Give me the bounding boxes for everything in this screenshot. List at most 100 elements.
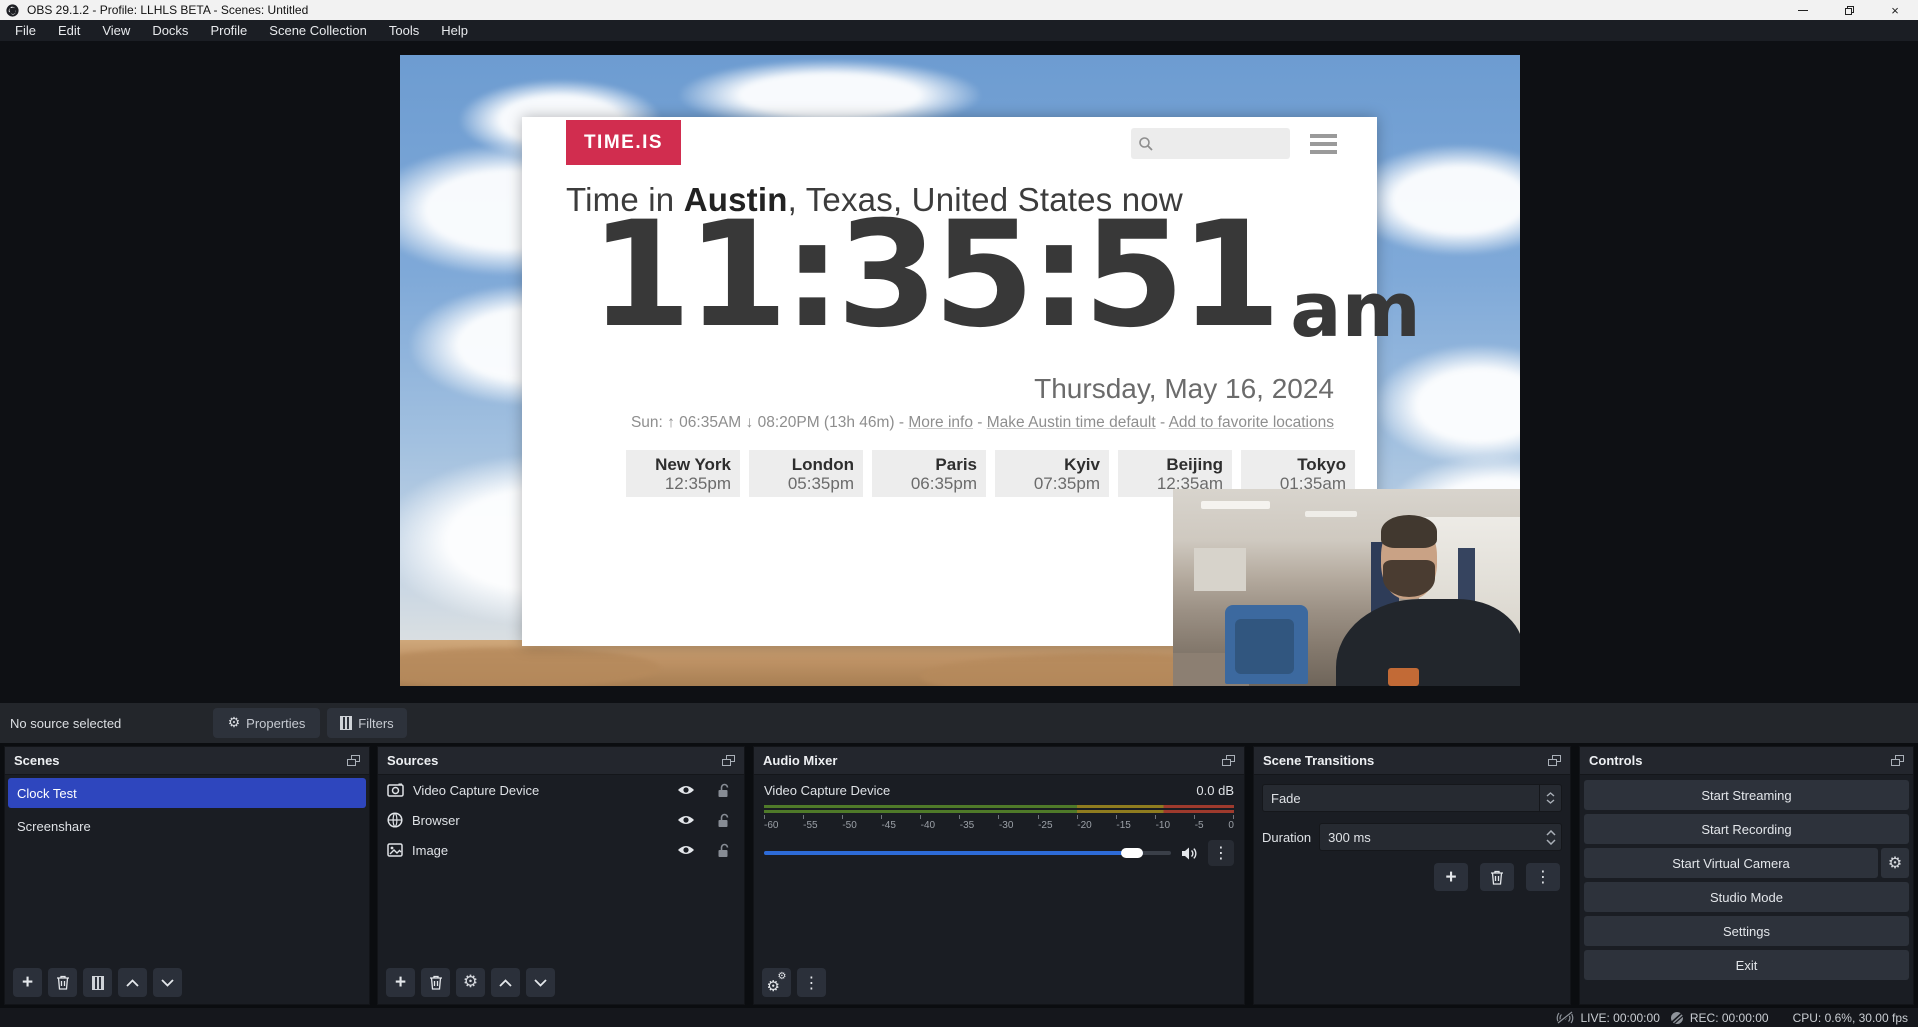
timeis-search-box: [1131, 128, 1290, 159]
virtual-camera-config-button[interactable]: ⚙: [1881, 848, 1909, 878]
transition-select[interactable]: Fade: [1262, 784, 1562, 812]
scenes-header[interactable]: Scenes: [5, 747, 369, 775]
selection-status-text: No source selected: [10, 716, 121, 731]
trash-icon: [429, 975, 443, 990]
source-row-video-capture[interactable]: Video Capture Device: [378, 775, 744, 805]
obs-logo-icon: [6, 4, 19, 17]
close-button[interactable]: ×: [1872, 0, 1918, 20]
scene-filters-button[interactable]: [83, 968, 112, 997]
properties-button[interactable]: ⚙ Properties: [213, 708, 320, 738]
plus-icon: +: [395, 973, 406, 992]
visibility-eye-icon[interactable]: [677, 844, 695, 856]
lock-icon[interactable]: [717, 843, 731, 858]
duration-spinbox[interactable]: 300 ms: [1319, 823, 1562, 851]
menu-bar: File Edit View Docks Profile Scene Colle…: [0, 20, 1918, 41]
add-transition-button[interactable]: +: [1434, 863, 1468, 891]
source-selection-bar: No source selected ⚙ Properties Filters: [0, 703, 1918, 743]
remove-scene-button[interactable]: [48, 968, 77, 997]
broadcast-off-icon: [1556, 1011, 1574, 1024]
more-info-link: More info: [908, 414, 973, 431]
rec-status: REC: 00:00:00: [1670, 1011, 1769, 1025]
popout-icon[interactable]: [722, 755, 735, 766]
volume-slider[interactable]: [764, 851, 1171, 855]
search-input: [1154, 136, 1274, 151]
lock-icon[interactable]: [717, 783, 731, 798]
visibility-eye-icon[interactable]: [677, 784, 695, 796]
popout-icon[interactable]: [1222, 755, 1235, 766]
start-recording-button[interactable]: Start Recording: [1584, 814, 1909, 844]
minimize-button[interactable]: [1780, 0, 1826, 20]
transition-properties-button[interactable]: ⋮: [1526, 863, 1560, 891]
popout-icon[interactable]: [1891, 755, 1904, 766]
scene-item-screenshare[interactable]: Screenshare: [8, 811, 366, 841]
menu-edit[interactable]: Edit: [47, 21, 91, 40]
menu-docks[interactable]: Docks: [141, 21, 199, 40]
source-row-image[interactable]: Image: [378, 835, 744, 865]
sources-header[interactable]: Sources: [378, 747, 744, 775]
menu-profile[interactable]: Profile: [199, 21, 258, 40]
menu-scene-collection[interactable]: Scene Collection: [258, 21, 378, 40]
start-streaming-button[interactable]: Start Streaming: [1584, 780, 1909, 810]
chevron-down-icon: [1546, 839, 1556, 845]
clock-meridiem: am: [1290, 280, 1420, 339]
advanced-audio-button[interactable]: ⚙⚙: [762, 968, 791, 997]
menu-tools[interactable]: Tools: [378, 21, 430, 40]
lock-icon[interactable]: [717, 813, 731, 828]
remove-source-button[interactable]: [421, 968, 450, 997]
image-icon: [387, 843, 403, 857]
scene-item-clock-test[interactable]: Clock Test: [8, 778, 366, 808]
meter-scale-labels: -60-55-50-45-40-35-30-25-20-15-10-50: [764, 820, 1234, 831]
move-scene-down-button[interactable]: [153, 968, 182, 997]
search-icon: [1138, 136, 1154, 152]
source-row-browser[interactable]: Browser: [378, 805, 744, 835]
transition-selected-value: Fade: [1263, 791, 1301, 806]
start-virtual-camera-button[interactable]: Start Virtual Camera: [1584, 848, 1878, 878]
controls-panel: Controls Start Streaming Start Recording…: [1579, 746, 1914, 1005]
add-source-button[interactable]: +: [386, 968, 415, 997]
scene-transitions-header[interactable]: Scene Transitions: [1254, 747, 1570, 775]
scenes-panel: Scenes Clock Test Screenshare +: [4, 746, 370, 1005]
chevron-up-icon: [1546, 792, 1555, 797]
chevron-down-icon: [1546, 799, 1555, 804]
combo-spinner[interactable]: [1539, 785, 1561, 811]
camera-icon: [387, 783, 404, 797]
cloud: [1375, 345, 1520, 465]
menu-view[interactable]: View: [91, 21, 141, 40]
visibility-eye-icon[interactable]: [677, 814, 695, 826]
remove-transition-button[interactable]: [1480, 863, 1514, 891]
volume-slider-handle[interactable]: [1121, 848, 1143, 858]
exit-button[interactable]: Exit: [1584, 950, 1909, 980]
spinbox-arrows[interactable]: [1546, 830, 1556, 845]
window-title: OBS 29.1.2 - Profile: LLHLS BETA - Scene…: [27, 3, 308, 17]
program-video[interactable]: TIME.IS Time in Austin, Texas, United St…: [400, 55, 1520, 686]
mixer-menu-button[interactable]: ⋮: [797, 968, 826, 997]
menu-file[interactable]: File: [4, 21, 47, 40]
source-properties-button[interactable]: ⚙: [456, 968, 485, 997]
chevron-up-icon: [499, 979, 512, 987]
restore-icon: [1845, 6, 1854, 15]
preview-canvas[interactable]: TIME.IS Time in Austin, Texas, United St…: [0, 41, 1918, 703]
settings-button[interactable]: Settings: [1584, 916, 1909, 946]
popout-icon[interactable]: [1548, 755, 1561, 766]
record-disc-icon: [1670, 1011, 1684, 1025]
audio-mixer-header[interactable]: Audio Mixer: [754, 747, 1244, 775]
filters-button[interactable]: Filters: [327, 708, 407, 738]
speaker-icon[interactable]: [1181, 846, 1198, 861]
mixer-channel-menu-button[interactable]: ⋮: [1208, 840, 1234, 866]
title-bar[interactable]: OBS 29.1.2 - Profile: LLHLS BETA - Scene…: [0, 0, 1918, 20]
close-icon: ×: [1891, 4, 1899, 17]
controls-header[interactable]: Controls: [1580, 747, 1913, 775]
minimize-icon: [1798, 10, 1808, 11]
sources-panel: Sources Video Capture Device Browser: [377, 746, 745, 1005]
add-scene-button[interactable]: +: [13, 968, 42, 997]
add-favorite-link: Add to favorite locations: [1169, 414, 1334, 431]
studio-mode-button[interactable]: Studio Mode: [1584, 882, 1909, 912]
restore-button[interactable]: [1826, 0, 1872, 20]
move-source-up-button[interactable]: [491, 968, 520, 997]
clock-time: 11:35:51: [590, 211, 1276, 339]
move-source-down-button[interactable]: [526, 968, 555, 997]
popout-icon[interactable]: [347, 755, 360, 766]
clock-display: 11:35:51 am: [590, 211, 1421, 339]
menu-help[interactable]: Help: [430, 21, 479, 40]
move-scene-up-button[interactable]: [118, 968, 147, 997]
